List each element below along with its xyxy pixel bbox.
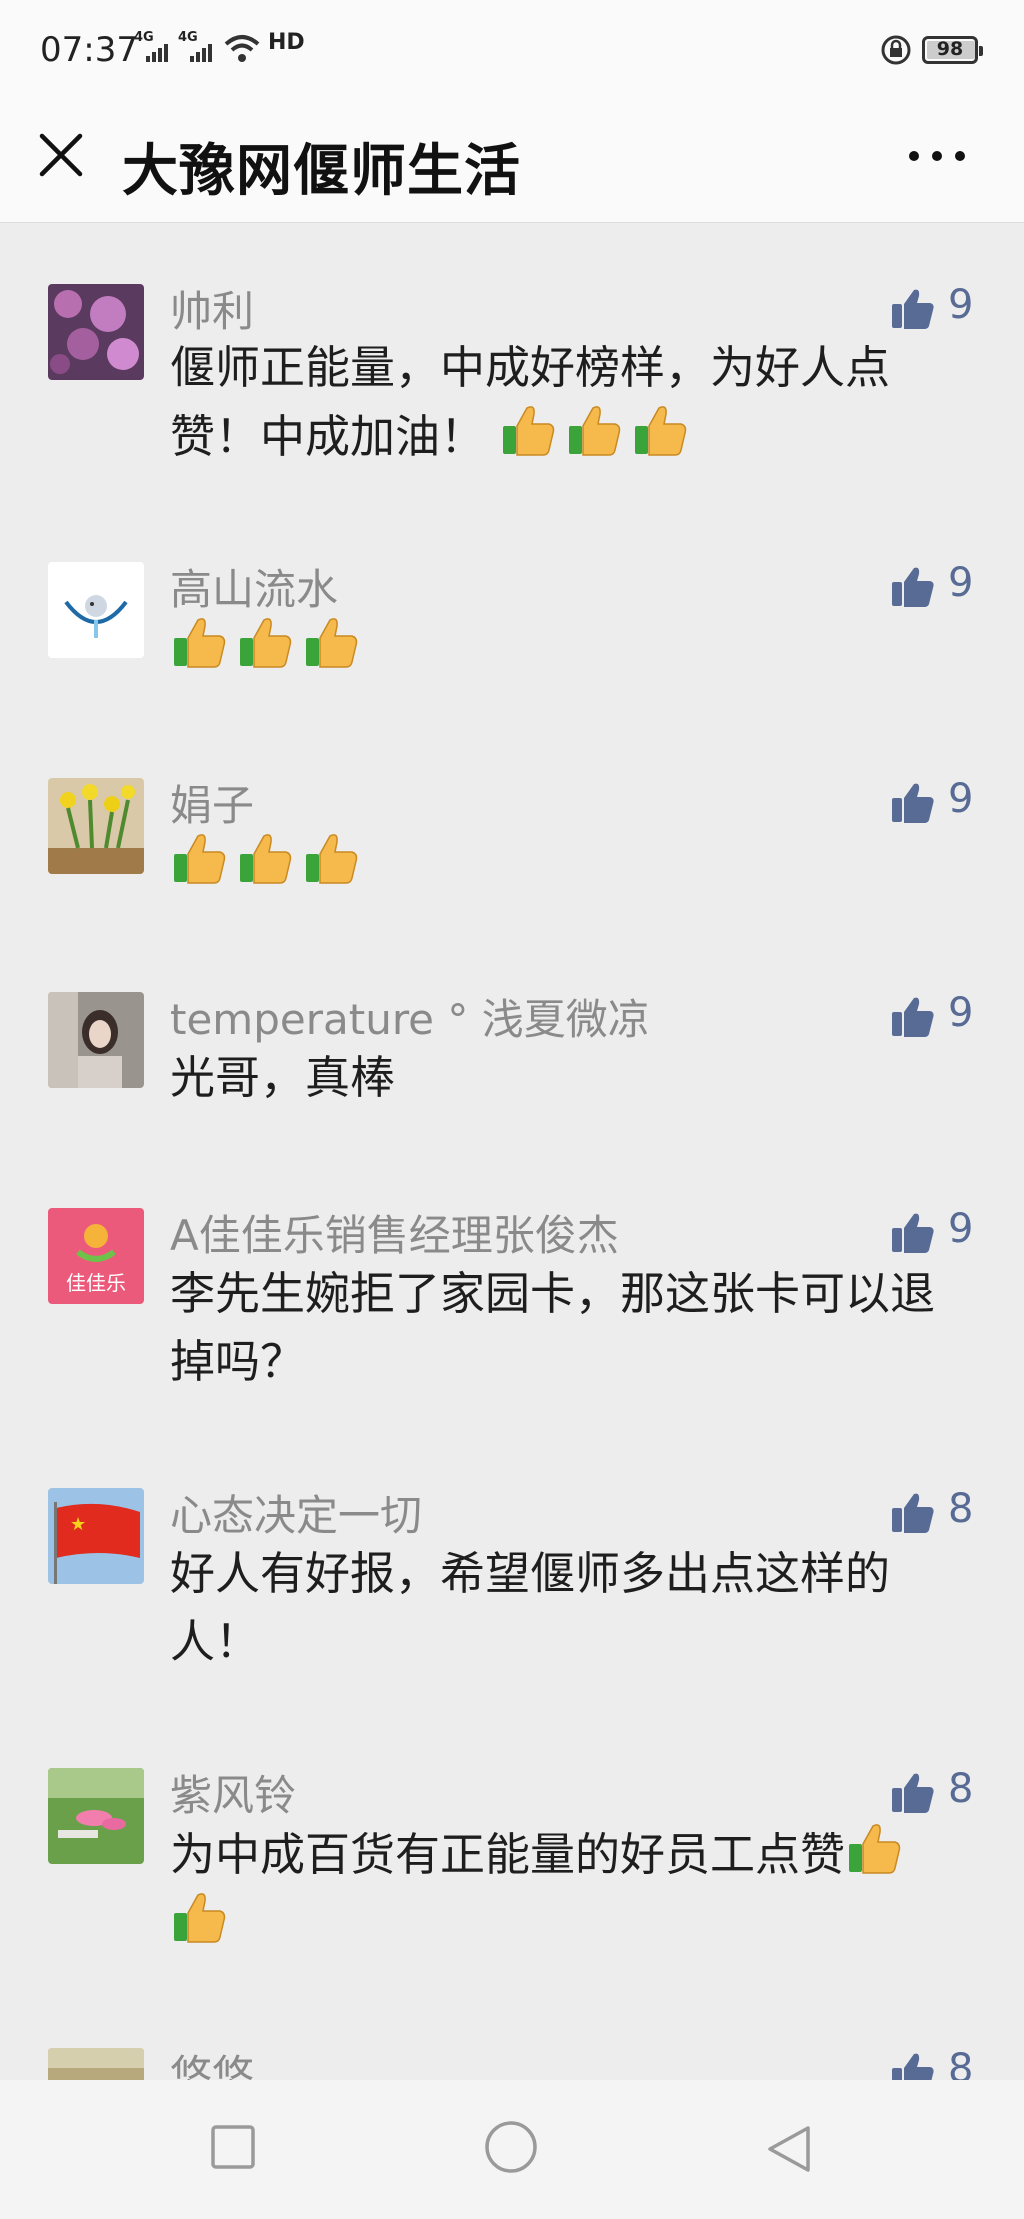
circle-nav-icon[interactable] bbox=[484, 2120, 538, 2174]
like-count: 9 bbox=[948, 282, 974, 328]
avatar[interactable] bbox=[48, 562, 144, 658]
more-icon[interactable] bbox=[906, 146, 968, 166]
thumbs-up-emoji bbox=[174, 1893, 226, 1943]
square-nav-icon[interactable] bbox=[210, 2124, 256, 2170]
comment-text: 偃师正能量，中成好榜样，为好人点赞！中成加油！ bbox=[170, 334, 970, 471]
comment-text bbox=[170, 830, 970, 899]
wifi-icon bbox=[224, 35, 260, 62]
back-triangle-nav-icon[interactable] bbox=[766, 2124, 812, 2174]
thumbs-up-emoji bbox=[635, 406, 687, 456]
comment-nickname[interactable]: temperature ° 浅夏微凉 bbox=[170, 986, 650, 1047]
like-button[interactable]: 9 bbox=[890, 990, 1000, 1042]
close-icon[interactable] bbox=[36, 130, 86, 180]
like-button[interactable]: 9 bbox=[890, 776, 1000, 828]
like-button[interactable]: 8 bbox=[890, 1486, 1000, 1538]
comment-text: 光哥，真棒 bbox=[170, 1051, 396, 1104]
like-count: 8 bbox=[948, 1486, 974, 1532]
thumbs-up-emoji bbox=[174, 834, 226, 884]
thumbs-up-icon bbox=[892, 2053, 934, 2080]
comment-text: 好人有好报，希望偃师多出点这样的人！ bbox=[170, 1547, 891, 1668]
battery-level: 98 bbox=[936, 38, 964, 60]
battery-indicator: 98 bbox=[922, 36, 983, 64]
thumbs-up-icon bbox=[892, 567, 934, 607]
like-button[interactable]: 8 bbox=[890, 2046, 1000, 2080]
comment-text: 为中成百货有正能量的好员工点赞 bbox=[170, 1820, 970, 1958]
navigation-bar bbox=[0, 2080, 1024, 2219]
avatar-logo-text: 佳佳乐 bbox=[66, 1271, 126, 1295]
thumbs-up-emoji bbox=[240, 834, 292, 884]
comment-list: 帅利 9 偃师正能量，中成好榜样，为好人点赞！中成加油！ 高山流水 9 娟子 9… bbox=[0, 222, 1024, 2080]
avatar[interactable] bbox=[48, 1768, 144, 1864]
comment-text: 李先生婉拒了家园卡，那这张卡可以退掉吗？ bbox=[170, 1267, 936, 1388]
like-count: 9 bbox=[948, 776, 974, 822]
comment-nickname[interactable]: 高山流水 bbox=[170, 556, 338, 617]
avatar[interactable] bbox=[48, 2048, 144, 2080]
avatar[interactable] bbox=[48, 778, 144, 874]
thumbs-up-icon bbox=[892, 1213, 934, 1253]
like-count: 9 bbox=[948, 990, 974, 1036]
comment-text bbox=[170, 614, 970, 683]
comment-nickname[interactable]: A佳佳乐销售经理张俊杰 bbox=[170, 1202, 619, 1263]
avatar[interactable]: 佳佳乐 bbox=[48, 1208, 144, 1304]
thumbs-up-emoji bbox=[174, 618, 226, 668]
thumbs-up-emoji bbox=[503, 406, 555, 456]
thumbs-up-emoji bbox=[569, 406, 621, 456]
title-bar: 大豫网偃师生活 bbox=[0, 108, 1024, 223]
like-count: 8 bbox=[948, 2046, 974, 2080]
like-count: 9 bbox=[948, 1206, 974, 1252]
like-count: 8 bbox=[948, 1766, 974, 1812]
like-count: 9 bbox=[948, 560, 974, 606]
status-bar: 07:37 4G 4G HD 98 bbox=[0, 0, 1024, 108]
thumbs-up-emoji bbox=[306, 834, 358, 884]
avatar[interactable] bbox=[48, 992, 144, 1088]
thumbs-up-icon bbox=[892, 1493, 934, 1533]
thumbs-up-emoji bbox=[240, 618, 292, 668]
avatar[interactable] bbox=[48, 284, 144, 380]
thumbs-up-icon bbox=[892, 1773, 934, 1813]
comment-nickname[interactable]: 紫风铃 bbox=[170, 1762, 296, 1823]
thumbs-up-emoji bbox=[306, 618, 358, 668]
like-button[interactable]: 8 bbox=[890, 1766, 1000, 1818]
comment-nickname[interactable]: 悠悠 bbox=[170, 2042, 254, 2080]
rotation-lock-icon bbox=[881, 35, 911, 65]
thumbs-up-emoji bbox=[849, 1824, 901, 1874]
like-button[interactable]: 9 bbox=[890, 282, 1000, 334]
thumbs-up-icon bbox=[892, 783, 934, 823]
page-title: 大豫网偃师生活 bbox=[122, 139, 521, 204]
like-button[interactable]: 9 bbox=[890, 560, 1000, 612]
comment-nickname[interactable]: 娟子 bbox=[170, 772, 254, 833]
avatar[interactable]: ★ bbox=[48, 1488, 144, 1584]
thumbs-up-icon bbox=[892, 997, 934, 1037]
hd-voice-icon: HD bbox=[268, 30, 305, 55]
thumbs-up-icon bbox=[892, 289, 934, 329]
like-button[interactable]: 9 bbox=[890, 1206, 1000, 1258]
comment-text-body: 为中成百货有正能量的好员工点赞 bbox=[170, 1828, 846, 1881]
comment-nickname[interactable]: 心态决定一切 bbox=[170, 1482, 422, 1543]
svg-text:★: ★ bbox=[70, 1514, 86, 1535]
comment-nickname[interactable]: 帅利 bbox=[170, 278, 254, 339]
status-time: 07:37 bbox=[40, 30, 138, 70]
